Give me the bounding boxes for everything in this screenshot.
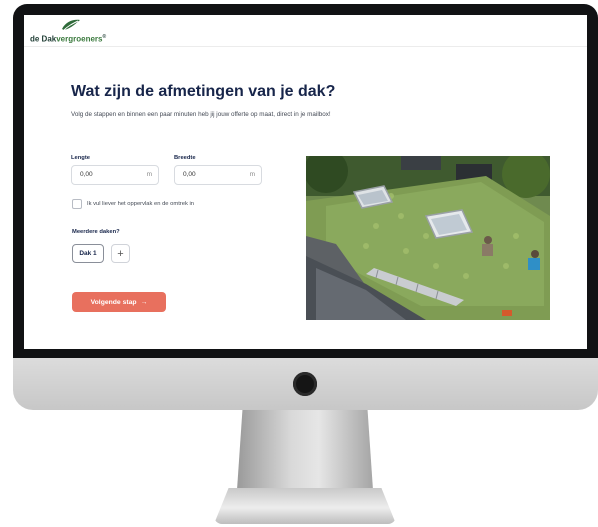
page-subtitle: Volg de stappen en binnen een paar minut… [71, 111, 331, 118]
area-option-checkbox[interactable] [72, 199, 82, 209]
green-roof-image [306, 156, 550, 320]
brand-prefix: de Dak [30, 34, 57, 44]
next-step-button[interactable]: Volgende stap → [72, 292, 166, 312]
next-step-label: Volgende stap [90, 298, 137, 306]
monitor-stand-neck [237, 410, 373, 490]
width-unit: m [249, 171, 255, 178]
brand-suffix: vergroeners [56, 34, 103, 44]
length-label: Lengte [71, 155, 91, 161]
area-option-label: Ik vul liever het oppervlak en de omtrek… [87, 201, 194, 207]
brand-mark: ® [102, 34, 107, 40]
page-title: Wat zijn de afmetingen van je dak? [71, 83, 336, 100]
length-value: 0,00 [80, 171, 93, 178]
multiple-roofs-label: Meerdere daken? [72, 229, 120, 235]
arrow-right-icon: → [140, 298, 148, 306]
length-unit: m [146, 171, 152, 178]
monitor-screen: de Dakvergroeners® Wat zijn de afmetinge… [24, 15, 587, 349]
roof-tab-1[interactable]: Dak 1 [72, 244, 104, 263]
leaf-logo-icon [62, 19, 80, 31]
green-roof-photo [306, 156, 550, 320]
site-header: de Dakvergroeners® [24, 15, 587, 47]
width-input[interactable]: 0,00 m [174, 165, 262, 185]
width-value: 0,00 [183, 171, 196, 178]
width-label: Breedte [174, 155, 196, 161]
monitor-stand-base [214, 488, 396, 524]
brand-logo[interactable]: de Dakvergroeners® [30, 34, 106, 44]
add-roof-button[interactable]: + [111, 244, 130, 263]
length-input[interactable]: 0,00 m [71, 165, 159, 185]
camera-icon [293, 372, 317, 396]
scene: de Dakvergroeners® Wat zijn de afmetinge… [0, 0, 598, 527]
